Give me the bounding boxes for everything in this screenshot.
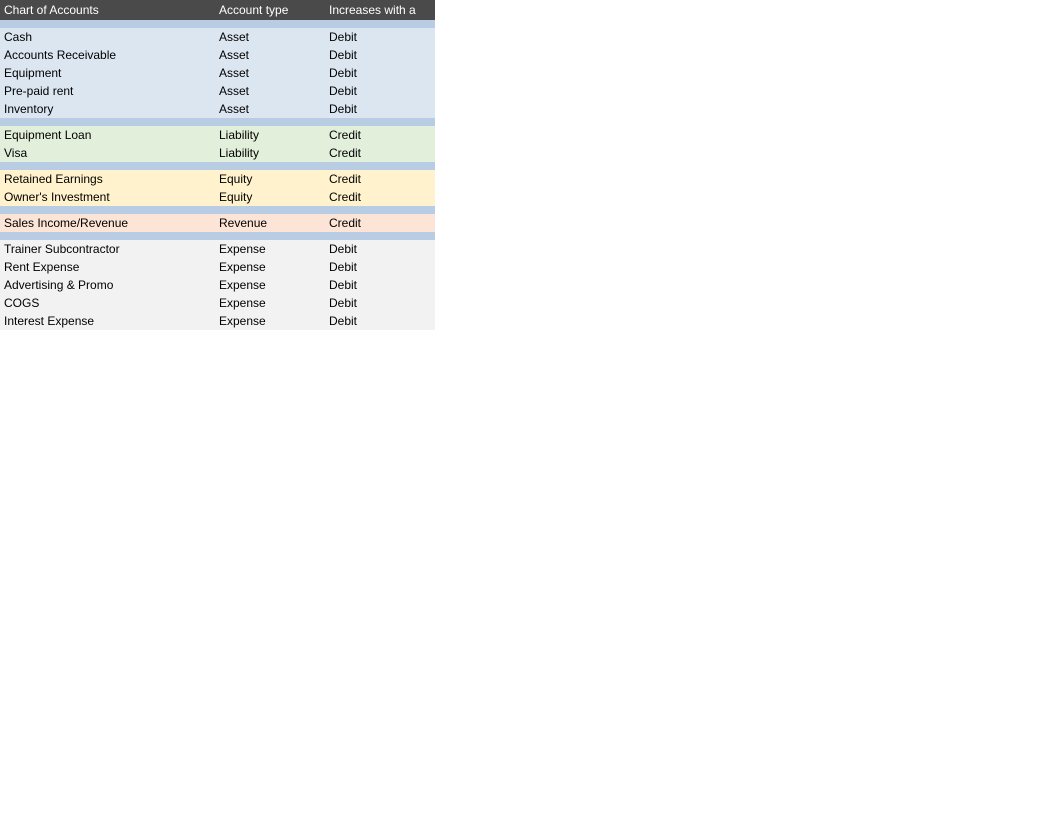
cell-account: Rent Expense	[0, 258, 215, 276]
cell-type: Expense	[215, 276, 325, 294]
table-row: Owner's InvestmentEquityCredit	[0, 188, 435, 206]
header-type: Account type	[215, 0, 325, 20]
cell-increases: Debit	[325, 258, 435, 276]
cell-increases: Debit	[325, 64, 435, 82]
cell-account: Equipment	[0, 64, 215, 82]
cell-type: Equity	[215, 188, 325, 206]
cell-type: Asset	[215, 82, 325, 100]
table-row	[0, 162, 435, 170]
table-header-row: Chart of Accounts Account type Increases…	[0, 0, 435, 20]
cell-increases: Credit	[325, 214, 435, 232]
cell-increases: Credit	[325, 126, 435, 144]
cell-type: Asset	[215, 64, 325, 82]
cell-account: Owner's Investment	[0, 188, 215, 206]
cell-account: Interest Expense	[0, 312, 215, 330]
table-row: Rent ExpenseExpenseDebit	[0, 258, 435, 276]
header-account: Chart of Accounts	[0, 0, 215, 20]
table-row: Accounts ReceivableAssetDebit	[0, 46, 435, 64]
cell-account: Retained Earnings	[0, 170, 215, 188]
cell-increases: Credit	[325, 188, 435, 206]
cell-increases: Debit	[325, 82, 435, 100]
table-row: COGSExpenseDebit	[0, 294, 435, 312]
cell-type: Equity	[215, 170, 325, 188]
cell-type: Asset	[215, 100, 325, 118]
cell-account: Visa	[0, 144, 215, 162]
header-increases: Increases with a	[325, 0, 435, 20]
cell-type: Asset	[215, 46, 325, 64]
table-row: EquipmentAssetDebit	[0, 64, 435, 82]
cell-type: Revenue	[215, 214, 325, 232]
chart-of-accounts-container: Chart of Accounts Account type Increases…	[0, 0, 435, 330]
table-row: CashAssetDebit	[0, 28, 435, 46]
cell-increases: Credit	[325, 170, 435, 188]
cell-type: Asset	[215, 28, 325, 46]
cell-increases: Debit	[325, 312, 435, 330]
cell-type: Expense	[215, 294, 325, 312]
table-row: Pre-paid rentAssetDebit	[0, 82, 435, 100]
cell-type: Liability	[215, 126, 325, 144]
cell-type: Expense	[215, 312, 325, 330]
table-row: Trainer SubcontractorExpenseDebit	[0, 240, 435, 258]
cell-account: Cash	[0, 28, 215, 46]
table-row: InventoryAssetDebit	[0, 100, 435, 118]
cell-account: Inventory	[0, 100, 215, 118]
cell-account: Pre-paid rent	[0, 82, 215, 100]
cell-increases: Debit	[325, 100, 435, 118]
cell-increases: Debit	[325, 28, 435, 46]
table-row: Equipment LoanLiabilityCredit	[0, 126, 435, 144]
cell-account: Trainer Subcontractor	[0, 240, 215, 258]
cell-increases: Debit	[325, 294, 435, 312]
table-row: Interest ExpenseExpenseDebit	[0, 312, 435, 330]
table-row: Retained EarningsEquityCredit	[0, 170, 435, 188]
cell-increases: Debit	[325, 46, 435, 64]
cell-account: COGS	[0, 294, 215, 312]
table-row: VisaLiabilityCredit	[0, 144, 435, 162]
cell-increases: Credit	[325, 144, 435, 162]
table-row: Advertising & PromoExpenseDebit	[0, 276, 435, 294]
cell-account: Accounts Receivable	[0, 46, 215, 64]
cell-account: Equipment Loan	[0, 126, 215, 144]
cell-increases: Debit	[325, 276, 435, 294]
cell-account: Sales Income/Revenue	[0, 214, 215, 232]
table-row	[0, 206, 435, 214]
table-row	[0, 20, 435, 28]
table-row	[0, 118, 435, 126]
cell-type: Expense	[215, 258, 325, 276]
cell-type: Liability	[215, 144, 325, 162]
table-row	[0, 232, 435, 240]
cell-type: Expense	[215, 240, 325, 258]
table-row: Sales Income/RevenueRevenueCredit	[0, 214, 435, 232]
cell-increases: Debit	[325, 240, 435, 258]
cell-account: Advertising & Promo	[0, 276, 215, 294]
chart-of-accounts-table: Chart of Accounts Account type Increases…	[0, 0, 435, 330]
